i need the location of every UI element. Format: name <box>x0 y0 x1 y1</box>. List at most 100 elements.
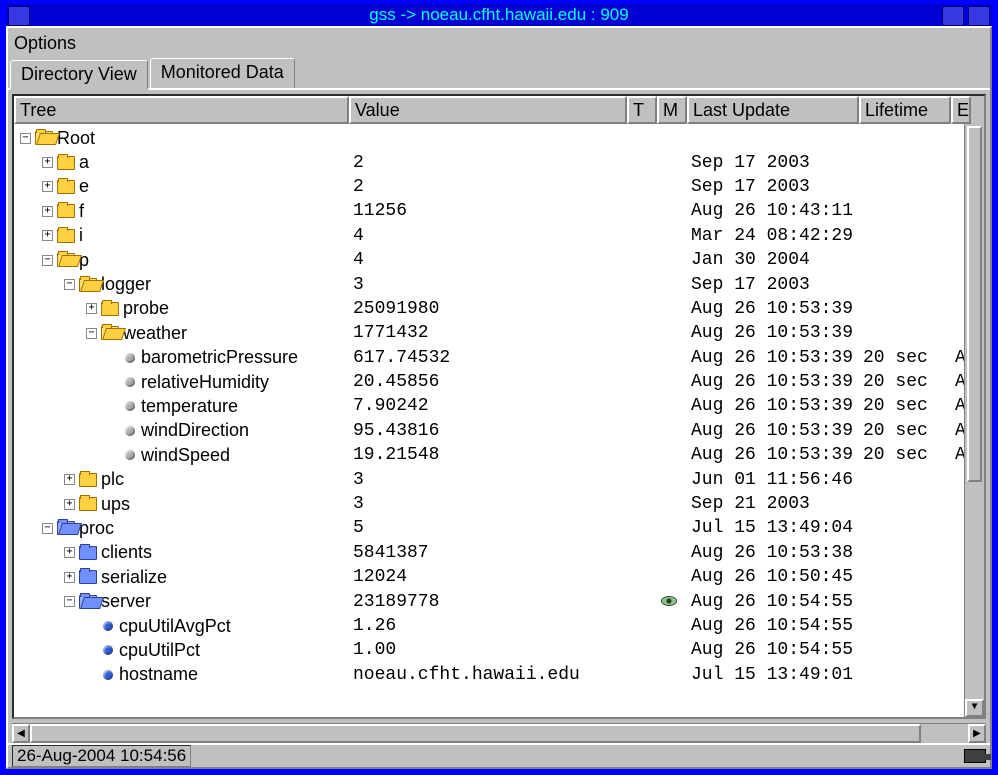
cell-last-update: Sep 21 2003 <box>687 494 859 514</box>
tree-row[interactable]: cpuUtilPct1.00Aug 26 10:54:55 <box>14 638 984 662</box>
connection-icon <box>964 749 986 763</box>
cell-value: 2 <box>349 177 627 197</box>
tree-row[interactable]: +serialize12024Aug 26 10:50:45 <box>14 565 984 589</box>
cell-value: 1.00 <box>349 640 627 660</box>
collapse-icon[interactable]: − <box>42 255 53 266</box>
tree-row[interactable]: −p4Jan 30 2004 <box>14 248 984 272</box>
cell-last-update: Aug 26 10:53:38 <box>687 543 859 563</box>
col-m[interactable]: M <box>657 96 687 124</box>
col-e[interactable]: E <box>951 96 971 124</box>
tree-row[interactable]: −server23189778Aug 26 10:54:55 <box>14 589 984 613</box>
tree-node-label: temperature <box>141 396 238 417</box>
tree-row[interactable]: barometricPressure617.74532Aug 26 10:53:… <box>14 346 984 370</box>
tree-node-label: Root <box>57 128 95 149</box>
hscroll-right-button[interactable]: ▶ <box>968 724 986 743</box>
tree-row[interactable]: −proc5Jul 15 13:49:04 <box>14 516 984 540</box>
tree-row[interactable]: temperature7.90242Aug 26 10:53:3920 secA <box>14 394 984 418</box>
col-lifetime[interactable]: Lifetime <box>859 96 951 124</box>
leaf-node-icon <box>125 353 135 363</box>
tab-monitored-data[interactable]: Monitored Data <box>150 58 295 88</box>
monitored-eye-icon <box>661 596 677 606</box>
cell-value: 95.43816 <box>349 421 627 441</box>
expand-icon[interactable]: + <box>86 303 97 314</box>
folder-closed-icon <box>57 180 75 194</box>
expand-icon[interactable]: + <box>42 157 53 168</box>
window-minimize-button[interactable] <box>942 6 964 26</box>
col-tree[interactable]: Tree <box>14 96 349 124</box>
tree-node-label: i <box>79 225 83 246</box>
tree-node-label: p <box>79 250 89 271</box>
vertical-scrollbar[interactable]: ▼ <box>964 124 984 717</box>
cell-value: 1771432 <box>349 323 627 343</box>
expand-icon[interactable]: + <box>64 474 75 485</box>
cell-last-update: Aug 26 10:53:39 <box>687 421 859 441</box>
hscroll-thumb[interactable] <box>30 724 921 743</box>
tree-row[interactable]: +f11256Aug 26 10:43:11 <box>14 199 984 223</box>
leaf-node-icon <box>125 426 135 436</box>
tree-row[interactable]: +i4Mar 24 08:42:29 <box>14 224 984 248</box>
leaf-node-icon <box>125 377 135 387</box>
tree-row[interactable]: +probe25091980Aug 26 10:53:39 <box>14 297 984 321</box>
folder-closed-icon <box>79 497 97 511</box>
collapse-icon[interactable]: − <box>86 328 97 339</box>
cell-lifetime: 20 sec <box>859 372 951 392</box>
menu-options[interactable]: Options <box>14 33 76 54</box>
directory-tree-table: Tree Value T M Last Update Lifetime E − R… <box>12 94 986 719</box>
cell-value: 5841387 <box>349 543 627 563</box>
collapse-icon[interactable]: − <box>64 596 75 607</box>
vscroll-thumb[interactable] <box>967 126 982 482</box>
collapse-icon[interactable]: − <box>64 279 75 290</box>
expand-icon[interactable]: + <box>64 499 75 510</box>
cell-last-update: Jun 01 11:56:46 <box>687 470 859 490</box>
tree-node-label: cpuUtilPct <box>119 640 200 661</box>
tree-row[interactable]: relativeHumidity20.45856Aug 26 10:53:392… <box>14 370 984 394</box>
collapse-icon[interactable]: − <box>20 133 31 144</box>
tree-node-label: windSpeed <box>141 445 230 466</box>
folder-closed-icon <box>79 546 97 560</box>
folder-closed-icon <box>57 229 75 243</box>
tree-row[interactable]: windDirection95.43816Aug 26 10:53:3920 s… <box>14 419 984 443</box>
horizontal-scrollbar[interactable]: ◀ ▶ <box>12 723 986 743</box>
vscroll-down-button[interactable]: ▼ <box>965 699 984 717</box>
tree-node-label: probe <box>123 298 169 319</box>
cell-last-update: Jul 15 13:49:04 <box>687 518 859 538</box>
folder-open-icon <box>57 521 75 535</box>
tree-row[interactable]: +plc3Jun 01 11:56:46 <box>14 467 984 491</box>
tree-node-label: server <box>101 591 151 612</box>
tree-row[interactable]: −weather1771432Aug 26 10:53:39 <box>14 321 984 345</box>
tree-row[interactable]: cpuUtilAvgPct1.26Aug 26 10:54:55 <box>14 614 984 638</box>
tree-row[interactable]: +a2Sep 17 2003 <box>14 150 984 174</box>
col-t[interactable]: T <box>627 96 657 124</box>
tree-node-label: clients <box>101 542 152 563</box>
folder-open-icon <box>79 278 97 292</box>
cell-value: 11256 <box>349 201 627 221</box>
window-menu-button[interactable] <box>8 6 30 26</box>
tree-row[interactable]: − Root <box>14 126 984 150</box>
cell-value: 20.45856 <box>349 372 627 392</box>
cell-m <box>657 592 687 612</box>
expand-icon[interactable]: + <box>42 230 53 241</box>
col-last-update[interactable]: Last Update <box>687 96 859 124</box>
leaf-node-icon <box>125 401 135 411</box>
expand-icon[interactable]: + <box>64 572 75 583</box>
expand-icon[interactable]: + <box>64 547 75 558</box>
collapse-icon[interactable]: − <box>42 523 53 534</box>
window-maximize-button[interactable] <box>968 6 990 26</box>
expand-icon[interactable]: + <box>42 181 53 192</box>
tree-row[interactable]: +ups3Sep 21 2003 <box>14 492 984 516</box>
tree-row[interactable]: +e2Sep 17 2003 <box>14 175 984 199</box>
window-titlebar[interactable]: gss -> noeau.cfht.hawaii.edu : 909 <box>0 0 998 26</box>
cell-last-update: Jan 30 2004 <box>687 250 859 270</box>
tree-row[interactable]: −logger3Sep 17 2003 <box>14 272 984 296</box>
tree-row[interactable]: windSpeed19.21548Aug 26 10:53:3920 secA <box>14 443 984 467</box>
table-header: Tree Value T M Last Update Lifetime E <box>14 96 984 124</box>
cell-value: 23189778 <box>349 592 627 612</box>
tree-row[interactable]: hostnamenoeau.cfht.hawaii.eduJul 15 13:4… <box>14 663 984 687</box>
folder-closed-icon <box>57 204 75 218</box>
expand-icon[interactable]: + <box>42 206 53 217</box>
col-value[interactable]: Value <box>349 96 627 124</box>
tab-directory-view[interactable]: Directory View <box>10 60 148 90</box>
folder-closed-icon <box>79 570 97 584</box>
hscroll-left-button[interactable]: ◀ <box>12 724 30 743</box>
tree-row[interactable]: + clients 5841387 Aug 26 10:53:38 <box>14 541 984 565</box>
